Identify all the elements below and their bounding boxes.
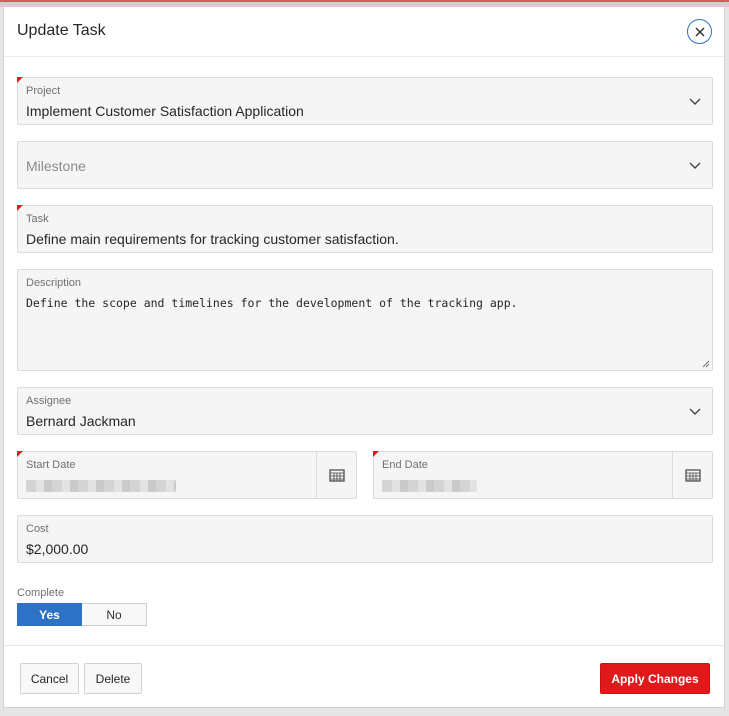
resize-handle-icon[interactable] xyxy=(701,359,710,368)
chevron-down-icon xyxy=(689,408,701,415)
dialog-title: Update Task xyxy=(17,22,106,39)
complete-toggle: Yes No xyxy=(17,603,147,626)
end-date-calendar-button[interactable] xyxy=(672,452,712,498)
milestone-placeholder: Milestone xyxy=(26,158,86,174)
apply-changes-button[interactable]: Apply Changes xyxy=(600,663,710,694)
cost-label: Cost xyxy=(26,523,49,535)
dialog-header: Update Task xyxy=(4,7,724,57)
description-textarea[interactable]: Description Define the scope and timelin… xyxy=(17,269,713,371)
chevron-down-icon xyxy=(689,98,701,105)
start-date-calendar-button[interactable] xyxy=(316,452,356,498)
dialog-footer: Cancel Delete Apply Changes xyxy=(4,645,724,707)
calendar-icon xyxy=(328,469,345,482)
complete-no-option[interactable]: No xyxy=(82,603,147,626)
description-value: Define the scope and timelines for the d… xyxy=(26,296,518,310)
milestone-select[interactable]: Milestone xyxy=(17,141,713,189)
assignee-label: Assignee xyxy=(26,395,72,407)
complete-label: Complete xyxy=(17,587,65,599)
assignee-value: Bernard Jackman xyxy=(26,413,136,429)
complete-yes-option[interactable]: Yes xyxy=(17,603,82,626)
start-date-field[interactable]: Start Date xyxy=(17,451,357,499)
end-date-field[interactable]: End Date xyxy=(373,451,713,499)
project-select[interactable]: Project Implement Customer Satisfaction … xyxy=(17,77,713,125)
description-label: Description xyxy=(26,277,82,289)
start-date-value-redacted xyxy=(26,480,176,492)
cost-input[interactable]: Cost $2,000.00 xyxy=(17,515,713,563)
cancel-button[interactable]: Cancel xyxy=(20,663,79,694)
update-task-dialog: Update Task Project Implement Customer S… xyxy=(3,6,725,708)
start-date-label: Start Date xyxy=(26,459,76,471)
end-date-value-redacted xyxy=(382,480,477,492)
task-label: Task xyxy=(26,213,49,225)
cost-value: $2,000.00 xyxy=(26,541,89,557)
project-value: Implement Customer Satisfaction Applicat… xyxy=(26,103,304,119)
close-button[interactable] xyxy=(687,19,712,44)
project-label: Project xyxy=(26,85,61,97)
end-date-label: End Date xyxy=(382,459,428,471)
chevron-down-icon xyxy=(689,162,701,169)
task-value: Define main requirements for tracking cu… xyxy=(26,231,399,247)
delete-button[interactable]: Delete xyxy=(84,663,142,694)
assignee-select[interactable]: Assignee Bernard Jackman xyxy=(17,387,713,435)
task-input[interactable]: Task Define main requirements for tracki… xyxy=(17,205,713,253)
close-icon xyxy=(694,26,705,37)
calendar-icon xyxy=(684,469,701,482)
